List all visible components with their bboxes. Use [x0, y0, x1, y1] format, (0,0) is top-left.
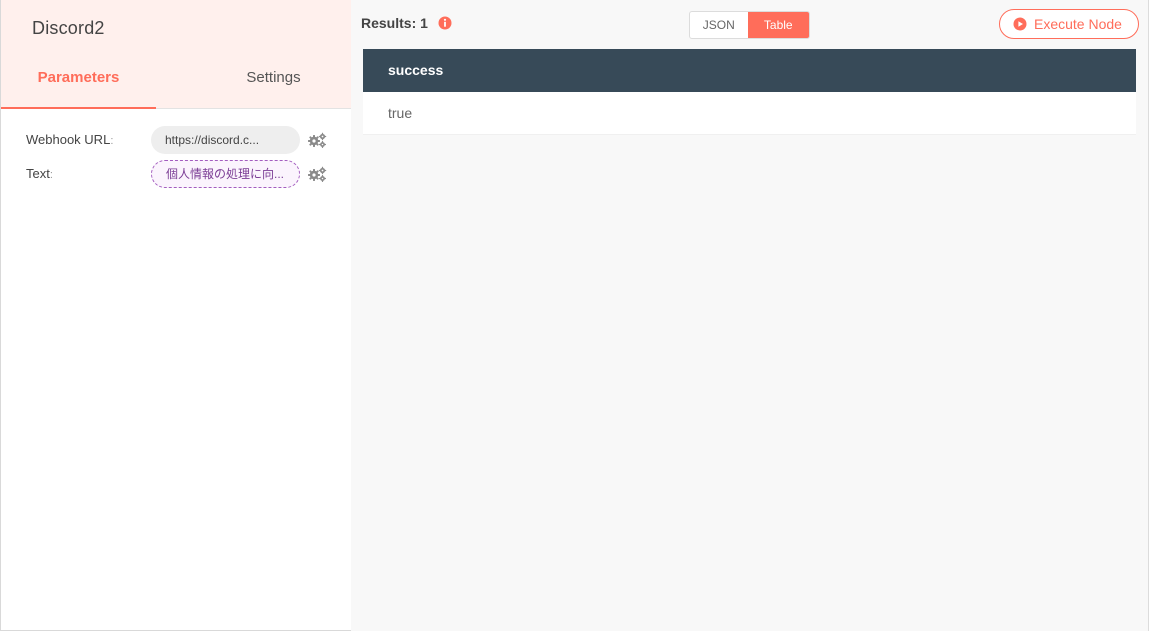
- param-row-webhook-url: Webhook URL: https://discord.c...: [26, 126, 336, 160]
- param-label-text: Text: [26, 166, 50, 181]
- json-view-button[interactable]: JSON: [690, 12, 748, 38]
- execute-node-label: Execute Node: [1034, 16, 1122, 32]
- gears-icon[interactable]: [307, 166, 327, 182]
- results-table: success true: [363, 49, 1136, 135]
- param-label-text: Webhook URL: [26, 132, 111, 147]
- execute-node-button[interactable]: Execute Node: [999, 9, 1139, 39]
- tab-parameters[interactable]: Parameters: [1, 56, 156, 109]
- text-expression-input[interactable]: 個人情報の処理に向...: [151, 160, 300, 188]
- panel-tabs: Parameters Settings: [1, 56, 351, 109]
- play-circle-icon: [1013, 17, 1027, 31]
- webhook-url-input[interactable]: https://discord.c...: [151, 126, 300, 154]
- node-title[interactable]: Discord2: [32, 18, 105, 39]
- gears-icon[interactable]: [307, 132, 327, 148]
- param-row-text: Text: 個人情報の処理に向...: [26, 160, 336, 194]
- table-header-success: success: [363, 49, 1136, 92]
- node-header: Discord2 Parameters Settings: [1, 0, 351, 109]
- results-count: Results: 1: [361, 15, 428, 31]
- param-label: Webhook URL:: [26, 132, 114, 147]
- info-circle-icon[interactable]: [438, 16, 452, 30]
- table-view-button[interactable]: Table: [747, 12, 809, 38]
- node-editor: Discord2 Parameters Settings Webhook URL…: [0, 0, 1149, 631]
- param-label: Text:: [26, 166, 53, 181]
- parameter-list: Webhook URL: https://discord.c... Text: …: [26, 126, 336, 194]
- parameters-panel: Discord2 Parameters Settings Webhook URL…: [0, 0, 351, 631]
- view-toggle: JSON Table: [689, 11, 810, 39]
- tab-settings[interactable]: Settings: [196, 56, 351, 109]
- table-cell: true: [363, 92, 1136, 135]
